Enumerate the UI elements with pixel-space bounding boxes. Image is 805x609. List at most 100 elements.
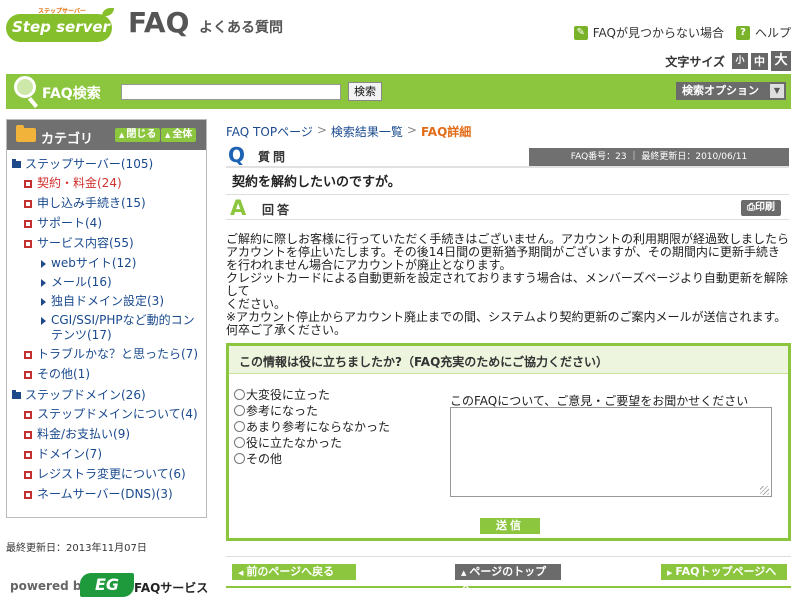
radio-button[interactable] (234, 452, 245, 464)
category-label: レジストラ変更について(6) (37, 467, 186, 481)
expand-all-button[interactable]: ▲ 全体 (161, 128, 197, 142)
breadcrumb-faq-top[interactable]: FAQ TOPページ (226, 123, 313, 140)
category-item[interactable]: その他(1) (7, 365, 206, 385)
category-item[interactable]: トラブルかな？と思ったら(7) (7, 345, 206, 365)
box-bullet-icon (24, 200, 32, 208)
page-title: FAQ (128, 6, 190, 39)
category-item[interactable]: 独自ドメイン設定(3) (7, 292, 206, 311)
page-top-button[interactable]: ▲ ページのトップへ (455, 564, 561, 595)
font-size-switcher: 文字サイズ 小 中 大 (665, 51, 791, 71)
submit-button[interactable]: 送信 (480, 518, 540, 534)
document-icon: ✎ (573, 25, 588, 40)
category-item[interactable]: ドメイン(7) (7, 445, 206, 465)
logo-badge: Step server (6, 14, 112, 42)
category-item[interactable]: レジストラ変更について(6) (7, 465, 206, 485)
breadcrumb: FAQ TOPページ > 検索結果一覧 > FAQ詳細 (226, 123, 471, 140)
breadcrumb-search-results[interactable]: 検索結果一覧 (331, 123, 403, 140)
search-button[interactable]: 検索 (348, 82, 382, 101)
box-bullet-icon (24, 371, 32, 379)
category-sidebar: カテゴリ ▲ 閉じる ▲ 全体 ステップサーバー(105) 契約・料金(24) 申し… (6, 119, 207, 518)
category-label: ネームサーバー(DNS)(3) (37, 487, 173, 501)
step-server-logo[interactable]: ステップサーバー Step server (6, 6, 114, 42)
box-bullet-icon (24, 451, 32, 459)
feedback-form: この情報は役に立ちましたか?（FAQ充実のためにご協力ください） 大変役に立った… (226, 343, 791, 541)
not-found-link[interactable]: ✎ FAQが見つからない場合 (573, 24, 724, 41)
leaf-icon (102, 8, 114, 16)
category-item[interactable]: メール(16) (7, 273, 206, 292)
category-label: 契約・料金(24) (37, 176, 122, 190)
feedback-option[interactable]: 大変役に立った (234, 386, 390, 402)
box-bullet-icon (24, 431, 32, 439)
category-item[interactable]: ステップサーバー(105) (7, 154, 206, 174)
radio-button[interactable] (234, 404, 245, 416)
collapse-button[interactable]: ▲ 閉じる (115, 128, 161, 142)
not-found-link-label: FAQが見つからない場合 (592, 26, 724, 40)
feedback-option[interactable]: あまり参考にならなかった (234, 418, 390, 434)
feedback-option[interactable]: 役に立たなかった (234, 434, 390, 450)
search-options-dropdown[interactable]: 検索オプション ▼ (676, 82, 786, 100)
triangle-right-icon: ▶ (667, 569, 673, 577)
box-bullet-icon (24, 220, 32, 228)
answer-icon: A (230, 196, 247, 220)
category-label: メール(16) (51, 275, 112, 289)
box-bullet-icon (24, 491, 32, 499)
font-small-button[interactable]: 小 (732, 53, 748, 69)
category-label: ステップドメインについて(4) (37, 407, 198, 421)
triangle-up-icon: ▲ (119, 131, 125, 139)
comment-textarea[interactable] (450, 407, 772, 497)
expand-all-button-label: 全体 (172, 129, 193, 140)
faq-service-label: FAQサービス (134, 581, 209, 595)
category-label: ステップドメイン(26) (25, 388, 146, 402)
radio-button[interactable] (234, 388, 245, 400)
category-item[interactable]: CGI/SSI/PHPなど動的コンテンツ(17) (7, 311, 206, 345)
radio-button[interactable] (234, 436, 245, 448)
resize-grip-icon[interactable] (760, 486, 769, 495)
answer-body: ご解約に際しお客様に行っていただく手続きはございません。アカウントの利用期限が経… (226, 233, 791, 337)
category-item[interactable]: ステップドメイン(26) (7, 385, 206, 405)
answer-label: 回答 (262, 203, 293, 217)
category-item[interactable]: webサイト(12) (7, 254, 206, 273)
feedback-option-label: あまり参考にならなかった (246, 419, 391, 434)
feedback-option-label: 大変役に立った (246, 387, 331, 402)
feedback-option[interactable]: その他 (234, 450, 390, 466)
search-bar: FAQ検索 検索 検索オプション ▼ (6, 74, 791, 109)
search-input[interactable] (121, 84, 341, 100)
folder-icon (12, 159, 21, 168)
back-button[interactable]: ◀ 前のページへ戻る (232, 564, 356, 580)
category-item[interactable]: サポート(4) (7, 214, 206, 234)
print-button-label: 印刷 (755, 202, 775, 213)
faq-meta: FAQ番号：23 ｜ 最終更新日：2010/06/11 (529, 148, 789, 166)
category-label: webサイト(12) (51, 256, 137, 270)
category-item[interactable]: 申し込み手続き(15) (7, 194, 206, 214)
feedback-option-label: 参考になった (246, 403, 319, 418)
help-link[interactable]: ? ヘルプ (735, 24, 791, 41)
category-item[interactable]: 料金/お支払い(9) (7, 425, 206, 445)
search-label: FAQ検索 (42, 86, 101, 102)
help-icon: ? (735, 25, 750, 40)
category-item[interactable]: ステップドメインについて(4) (7, 405, 206, 425)
category-label: ドメイン(7) (37, 447, 102, 461)
faq-top-button[interactable]: ▶ FAQトップページへ (661, 564, 787, 580)
triangle-up-icon: ▲ (461, 569, 467, 577)
category-item[interactable]: サービス内容(55) (7, 234, 206, 254)
category-label: 料金/お支払い(9) (37, 427, 131, 441)
page-subtitle: よくある質問 (199, 20, 283, 36)
breadcrumb-separator: > (316, 123, 327, 137)
category-item-current[interactable]: 契約・料金(24) (7, 174, 206, 194)
font-large-button[interactable]: 大 (771, 51, 791, 71)
last-updated: 最終更新日：2013年11月07日 (6, 543, 147, 554)
category-item[interactable]: ネームサーバー(DNS)(3) (7, 485, 206, 505)
top-links: ✎ FAQが見つからない場合 ? ヘルプ (573, 24, 791, 41)
answer-header: A 回答 ⎙印刷 (226, 194, 789, 220)
back-button-label: 前のページへ戻る (246, 565, 335, 578)
category-label: サポート(4) (37, 216, 102, 230)
page-top-button-label: ページのトップへ (461, 565, 547, 595)
question-divider (226, 166, 789, 168)
box-bullet-icon (24, 471, 32, 479)
powered-by-logo[interactable]: powered by EG FAQサービス (10, 572, 210, 602)
feedback-option[interactable]: 参考になった (234, 402, 390, 418)
print-button[interactable]: ⎙印刷 (741, 200, 781, 216)
radio-button[interactable] (234, 420, 245, 432)
font-medium-button[interactable]: 中 (751, 52, 768, 70)
printer-icon: ⎙ (747, 202, 755, 213)
